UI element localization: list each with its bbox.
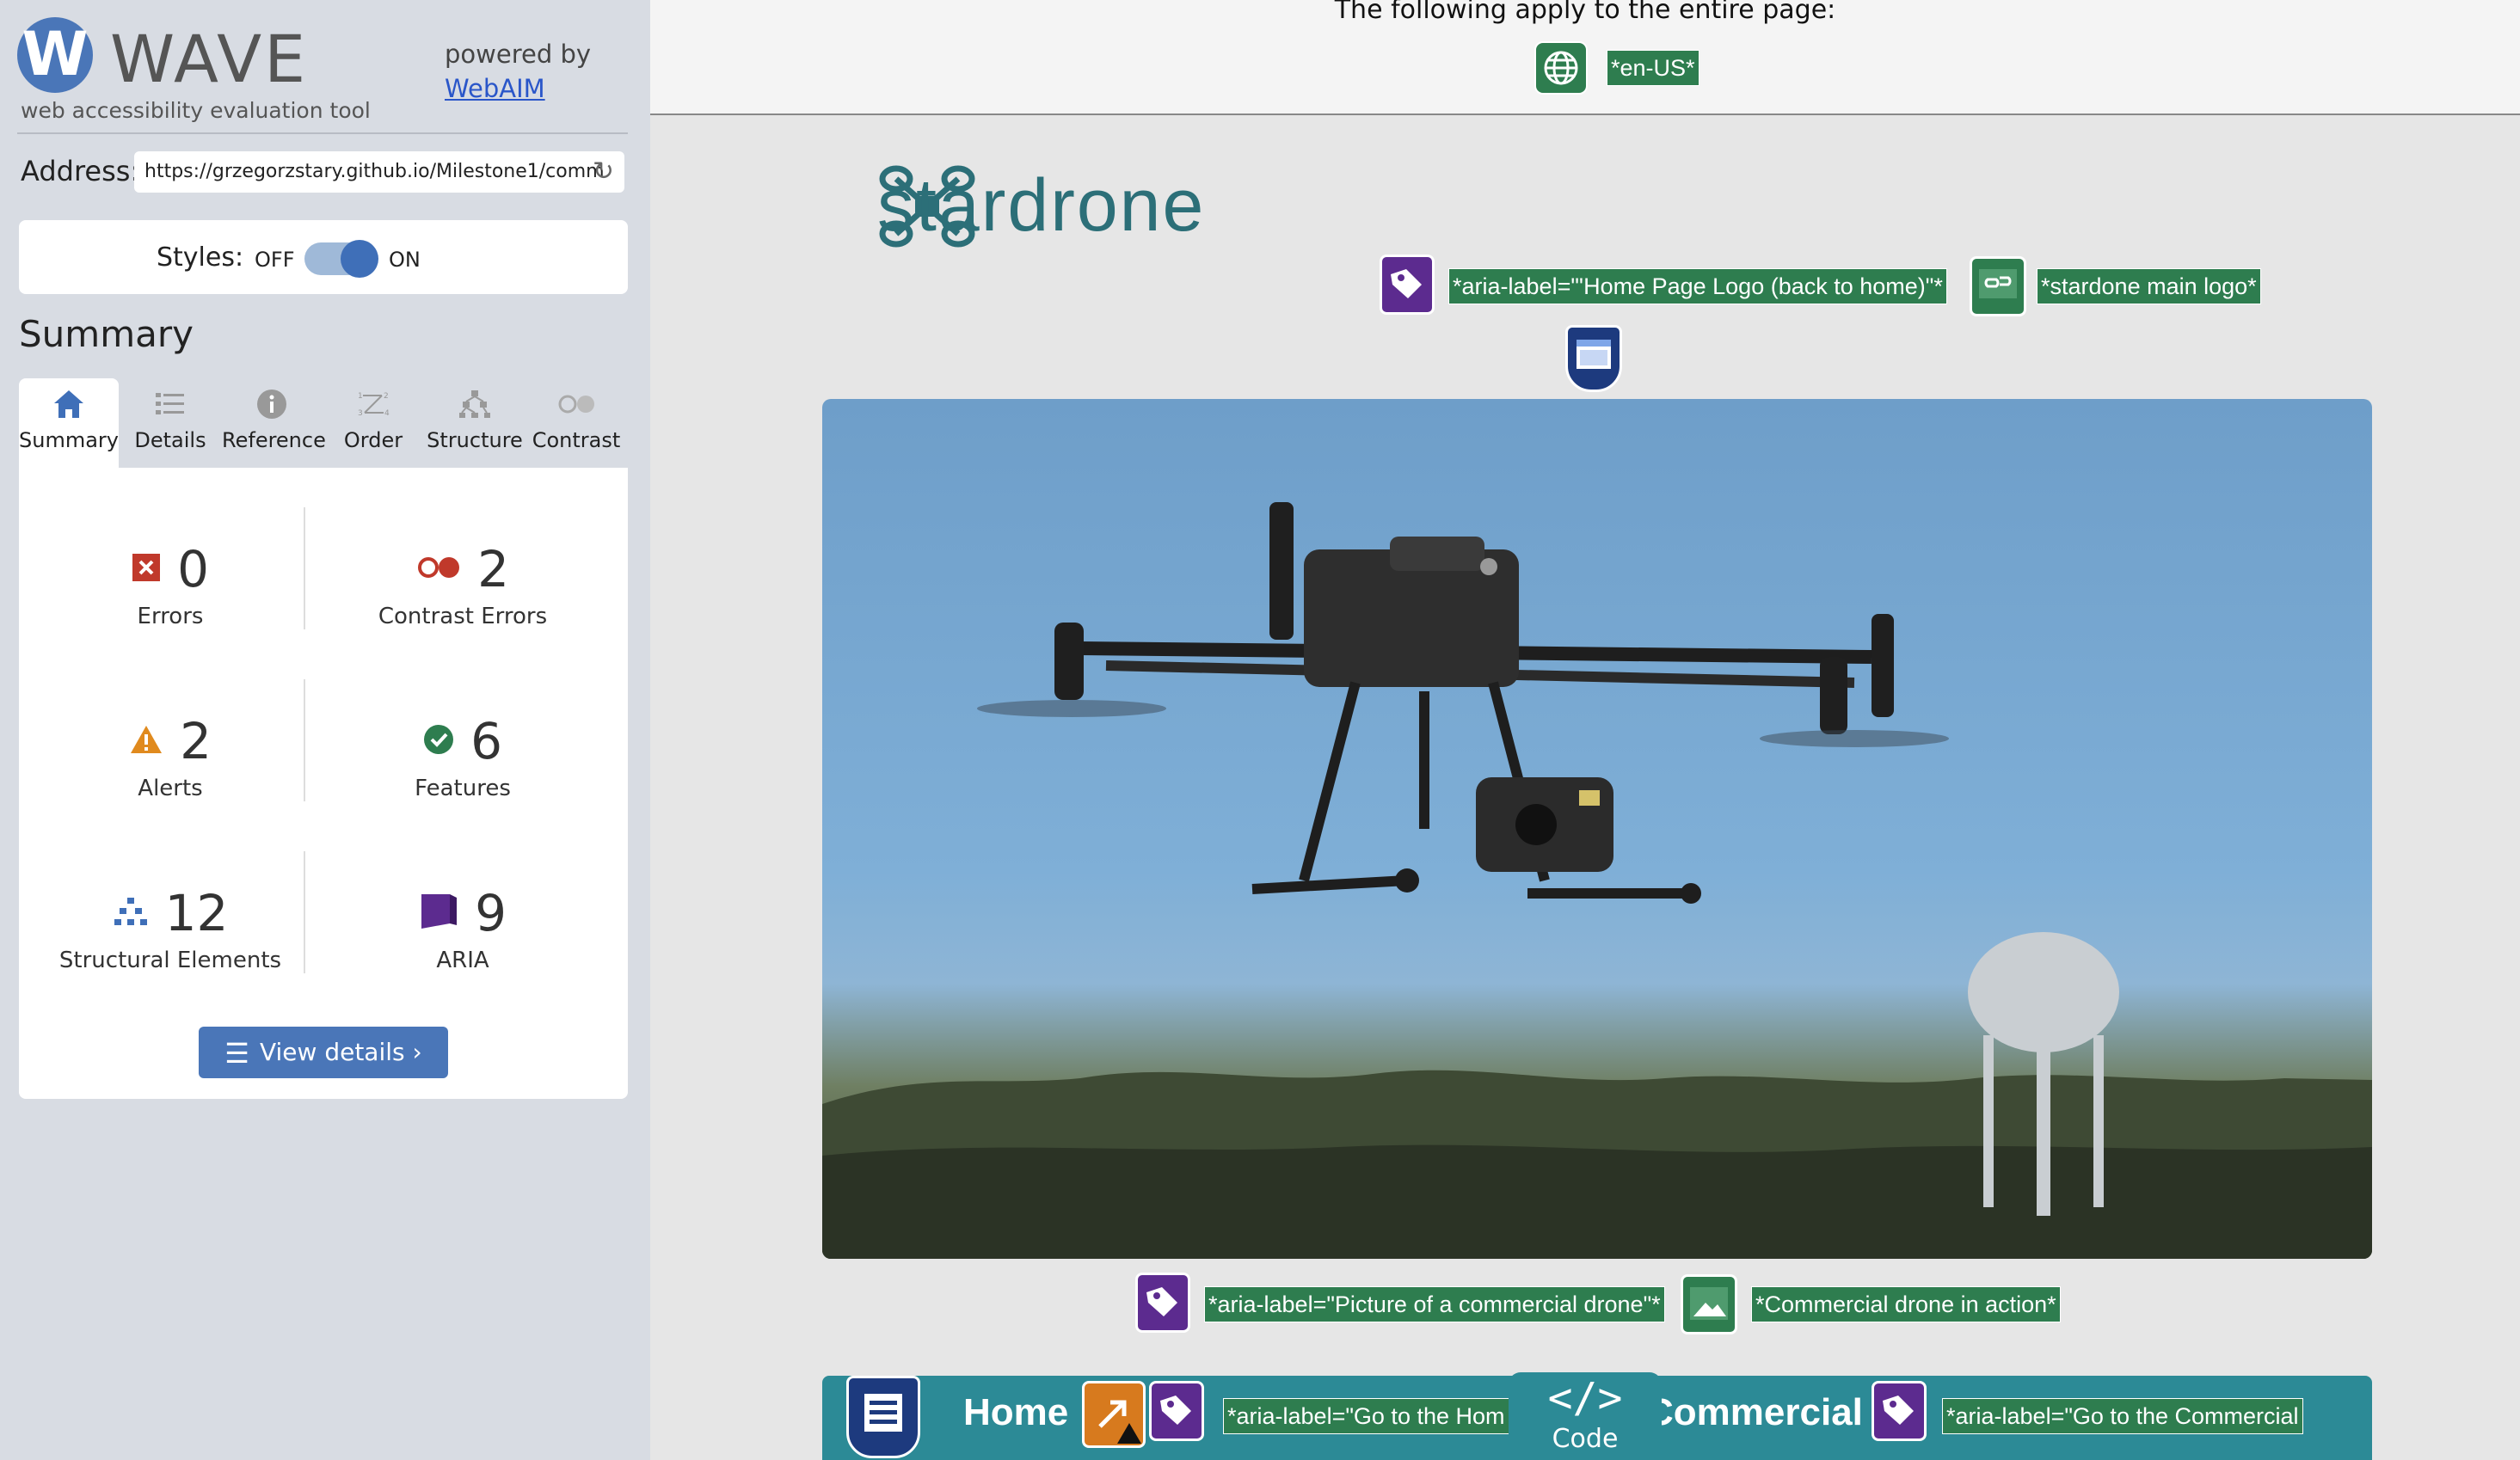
brand-name[interactable]: stardrone xyxy=(877,163,1205,248)
tab-summary-label: Summary xyxy=(19,428,119,452)
logo-aria-label-tag: *aria-label="'Home Page Logo (back to ho… xyxy=(1448,268,1947,304)
header-divider xyxy=(17,132,628,134)
structural-label: Structural Elements xyxy=(58,948,282,973)
styles-label: Styles: xyxy=(157,242,244,273)
tab-structure-label: Structure xyxy=(427,428,523,452)
contrast-errors-count: 2 xyxy=(477,540,509,598)
drone-illustration xyxy=(822,502,2372,1259)
feature-icon xyxy=(423,724,454,758)
tab-structure[interactable]: Structure xyxy=(425,378,525,468)
tab-reference[interactable]: Reference xyxy=(222,378,326,468)
navigation-region-icon[interactable] xyxy=(846,1376,920,1458)
address-label: Address: xyxy=(21,155,140,187)
stat-contrast-errors[interactable]: 2 Contrast Errors xyxy=(325,540,600,629)
aria-icon xyxy=(419,891,458,936)
aria-label: ARIA xyxy=(436,948,489,973)
tab-contrast[interactable]: Contrast xyxy=(526,378,626,468)
list-icon: ☰ xyxy=(224,1037,249,1070)
aria-label-tag-icon[interactable] xyxy=(1149,1381,1204,1441)
code-icon: </> xyxy=(1547,1374,1623,1422)
info-icon xyxy=(222,387,322,426)
svg-text:2: 2 xyxy=(384,392,389,401)
view-details-button[interactable]: ☰ View details › xyxy=(199,1027,448,1078)
webaim-link[interactable]: WebAIM xyxy=(445,74,545,103)
page-level-banner: The following apply to the entire page: … xyxy=(650,0,2520,115)
features-count: 6 xyxy=(470,712,502,770)
stat-alerts[interactable]: 2 Alerts xyxy=(33,712,308,801)
aria-label-tag-icon[interactable] xyxy=(1135,1273,1190,1333)
nav-home-aria-label-tag: *aria-label="Go to the Hom xyxy=(1223,1398,1524,1434)
linked-image-icon[interactable] xyxy=(1970,256,2026,316)
errors-label: Errors xyxy=(137,604,204,629)
address-input[interactable]: https://grzegorzstary.github.io/Mileston… xyxy=(134,151,624,193)
logo-alt-text-tag: *stardone main logo* xyxy=(2037,268,2261,304)
stat-errors[interactable]: 0 Errors xyxy=(33,540,308,629)
redundant-link-alert-icon[interactable] xyxy=(1082,1381,1146,1448)
hero-aria-label-tag: *aria-label="Picture of a commercial dro… xyxy=(1204,1286,1665,1322)
wave-logo-icon: W xyxy=(17,17,93,93)
language-globe-icon[interactable] xyxy=(1534,41,1588,95)
contrast-errors-label: Contrast Errors xyxy=(378,604,548,629)
aria-count: 9 xyxy=(475,884,507,942)
alert-icon xyxy=(129,724,163,758)
toggle-knob xyxy=(341,240,378,278)
order-icon: 1 2 3 4 xyxy=(323,387,423,426)
page-apply-text: The following apply to the entire page: xyxy=(1334,0,1836,25)
summary-card: 0 Errors 2 Contrast Errors 2 Alerts 6 Fe… xyxy=(19,468,628,1099)
wave-subtitle: web accessibility evaluation tool xyxy=(21,98,371,123)
image-alt-icon[interactable] xyxy=(1681,1274,1737,1334)
stat-aria[interactable]: 9 ARIA xyxy=(325,884,600,973)
header-region-icon[interactable] xyxy=(1565,325,1622,392)
reload-icon[interactable]: ↻ xyxy=(593,151,614,193)
aria-label-tag-icon[interactable] xyxy=(1872,1381,1927,1441)
svg-text:4: 4 xyxy=(384,409,390,418)
nav-commercial-aria-label-tag: *aria-label="Go to the Commercial xyxy=(1942,1398,2303,1434)
structural-count: 12 xyxy=(164,884,229,942)
tab-details-label: Details xyxy=(134,428,206,452)
address-value: https://grzegorzstary.github.io/Mileston… xyxy=(144,161,605,182)
home-icon xyxy=(19,387,119,426)
stat-structural-elements[interactable]: 12 Structural Elements xyxy=(33,884,308,973)
contrast-error-icon xyxy=(416,555,461,584)
hero-drone-image xyxy=(822,399,2372,1259)
code-view-button[interactable]: </> Code xyxy=(1509,1372,1662,1460)
aria-label-tag-icon[interactable] xyxy=(1380,255,1435,315)
contrast-icon xyxy=(526,387,626,426)
tab-summary[interactable]: Summary xyxy=(19,378,119,468)
language-tag: *en-US* xyxy=(1607,50,1699,86)
tab-order-label: Order xyxy=(343,428,403,452)
alerts-count: 2 xyxy=(180,712,212,770)
styles-on-label: ON xyxy=(389,248,421,272)
tab-details[interactable]: Details xyxy=(120,378,220,468)
svg-text:1: 1 xyxy=(358,392,363,401)
wave-title: WAVE xyxy=(110,21,309,97)
alerts-label: Alerts xyxy=(138,776,203,801)
structure-icon xyxy=(113,896,149,930)
styles-toggle-card: Styles: OFF ON xyxy=(19,220,628,294)
nav-home-link[interactable]: Home xyxy=(963,1391,1068,1434)
styles-off-label: OFF xyxy=(255,248,295,272)
summary-heading: Summary xyxy=(19,313,194,355)
page-preview: The following apply to the entire page: … xyxy=(650,0,2520,1460)
panel-tabs: Summary Details Reference 1 2 3 4 Order Str… xyxy=(19,378,628,468)
code-label: Code xyxy=(1552,1424,1619,1454)
tab-reference-label: Reference xyxy=(222,428,326,452)
hero-alt-text-tag: *Commercial drone in action* xyxy=(1751,1286,2061,1322)
styles-toggle[interactable] xyxy=(304,240,378,278)
svg-text:3: 3 xyxy=(358,409,363,418)
stat-features[interactable]: 6 Features xyxy=(325,712,600,801)
features-label: Features xyxy=(415,776,511,801)
errors-count: 0 xyxy=(177,540,209,598)
structure-icon xyxy=(425,387,525,426)
powered-by-label: powered by xyxy=(445,40,592,69)
nav-commercial-link[interactable]: Commercial xyxy=(1646,1391,1863,1434)
view-details-label: View details › xyxy=(259,1038,422,1066)
wave-sidebar: W WAVE web accessibility evaluation tool… xyxy=(0,0,650,1460)
tab-contrast-label: Contrast xyxy=(532,428,621,452)
error-icon xyxy=(132,553,161,586)
list-icon xyxy=(120,387,220,426)
tab-order[interactable]: 1 2 3 4 Order xyxy=(323,378,423,468)
